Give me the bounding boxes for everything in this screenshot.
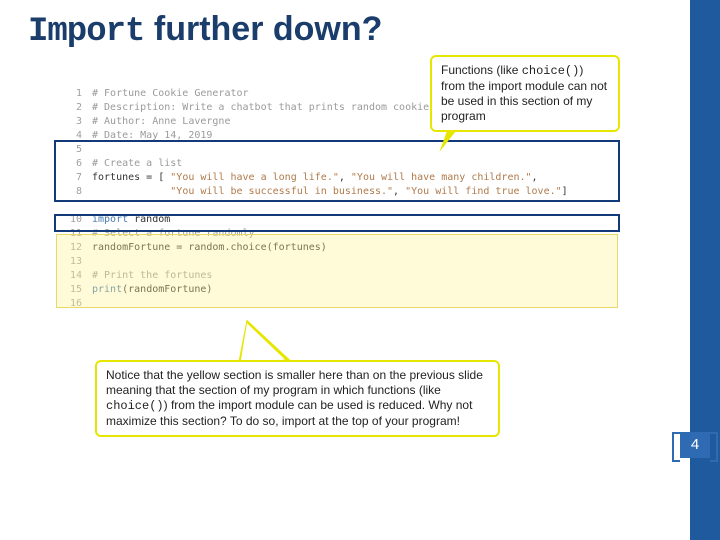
title-rest: further down? — [144, 10, 382, 48]
callout-bottom-text-prefix: Notice that the yellow section is smalle… — [106, 368, 483, 397]
callout-top: Functions (like choice()) from the impor… — [430, 55, 620, 132]
callout-top-text-prefix: Functions (like — [441, 63, 522, 77]
page-number: 4 — [691, 436, 699, 453]
slide-title: Import further down? — [28, 10, 382, 51]
title-mono: Import — [28, 13, 144, 51]
callout-bottom-code: choice() — [106, 399, 164, 413]
callout-top-code: choice() — [522, 64, 580, 78]
page-number-badge: 4 — [680, 432, 710, 458]
callout-bottom: Notice that the yellow section is smalle… — [95, 360, 500, 437]
line-number-gutter: 1 2 3 4 5 6 7 8 10 11 12 13 14 15 16 — [60, 85, 88, 320]
